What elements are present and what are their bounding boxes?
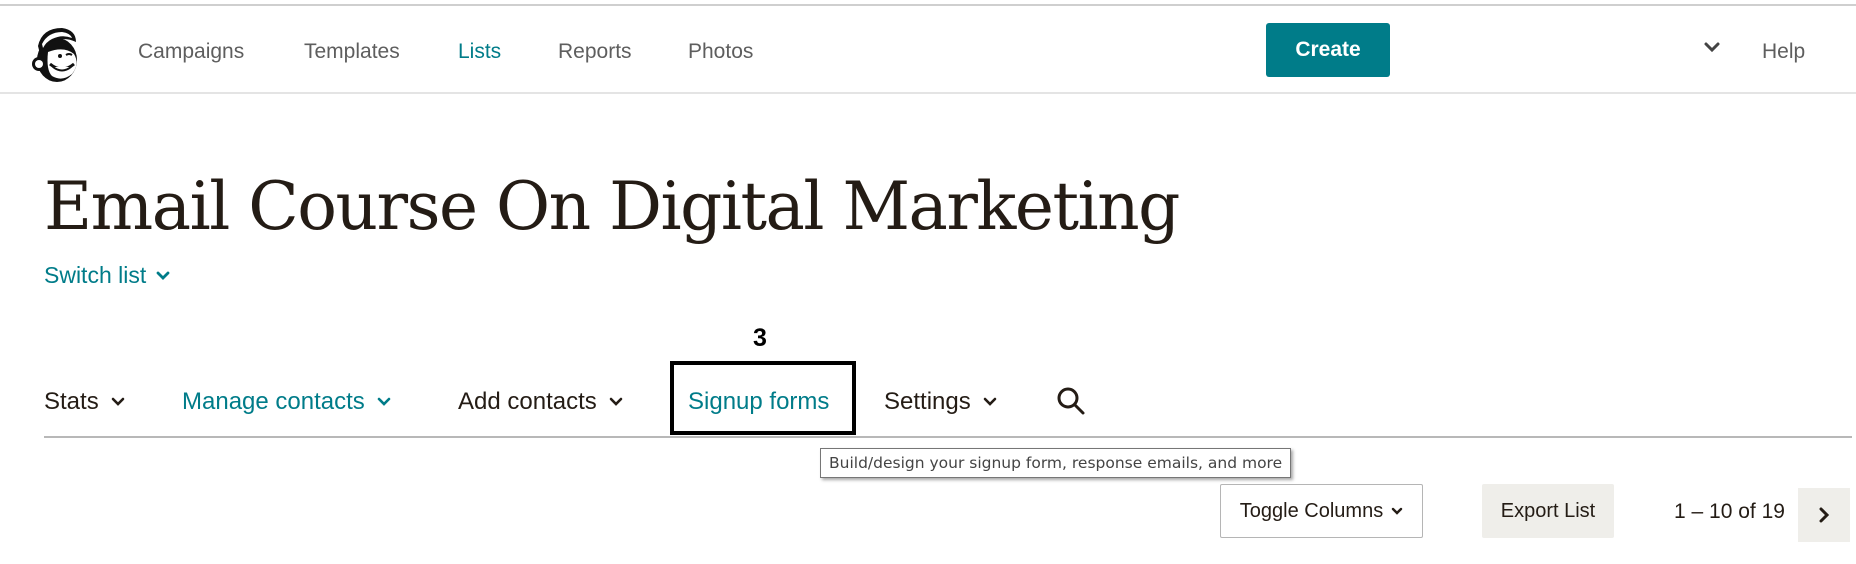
subnav-add-contacts-label: Add contacts	[458, 388, 597, 415]
list-subnav: Stats Manage contacts Add contacts Signu…	[44, 372, 1856, 438]
nav-templates[interactable]: Templates	[304, 40, 400, 64]
chevron-down-icon	[156, 271, 170, 280]
subnav-settings[interactable]: Settings	[884, 388, 997, 416]
nav-lists[interactable]: Lists	[458, 40, 501, 64]
nav-reports[interactable]: Reports	[558, 40, 632, 64]
pagination-range: 1 – 10 of 19	[1674, 500, 1785, 523]
annotation-step-number: 3	[753, 324, 767, 352]
switch-list-dropdown[interactable]: Switch list	[44, 262, 170, 289]
chevron-down-icon	[377, 397, 391, 406]
chevron-down-icon	[609, 397, 623, 406]
nav-campaigns[interactable]: Campaigns	[138, 40, 244, 64]
chevron-down-icon	[983, 397, 997, 406]
export-list-button[interactable]: Export List	[1482, 484, 1614, 538]
chevron-down-icon	[1392, 507, 1403, 515]
create-button[interactable]: Create	[1266, 23, 1390, 77]
signup-forms-tooltip: Build/design your signup form, response …	[820, 448, 1292, 478]
subnav-manage-contacts[interactable]: Manage contacts	[182, 388, 391, 416]
switch-list-label: Switch list	[44, 262, 147, 288]
chevron-down-icon	[111, 397, 125, 406]
subnav-add-contacts[interactable]: Add contacts	[458, 388, 623, 416]
toggle-columns-label: Toggle Columns	[1239, 499, 1384, 522]
top-navbar: Campaigns Templates Lists Reports Photos…	[0, 6, 1856, 94]
subnav-stats-label: Stats	[44, 388, 99, 415]
annotation-highlight-box	[670, 361, 856, 435]
subnav-manage-contacts-label: Manage contacts	[182, 388, 365, 415]
search-icon[interactable]	[1056, 386, 1086, 416]
subnav-divider	[44, 436, 1852, 438]
nav-photos[interactable]: Photos	[688, 40, 753, 64]
subnav-stats[interactable]: Stats	[44, 388, 125, 416]
help-link[interactable]: Help	[1762, 40, 1805, 64]
mailchimp-logo-icon[interactable]	[26, 24, 86, 86]
subnav-settings-label: Settings	[884, 388, 971, 415]
chevron-right-icon	[1819, 507, 1830, 523]
toggle-columns-button[interactable]: Toggle Columns	[1220, 484, 1423, 538]
page-title: Email Course On Digital Marketing	[44, 168, 1180, 245]
next-page-button[interactable]	[1798, 488, 1850, 542]
account-chevron-down-icon[interactable]	[1700, 36, 1724, 60]
